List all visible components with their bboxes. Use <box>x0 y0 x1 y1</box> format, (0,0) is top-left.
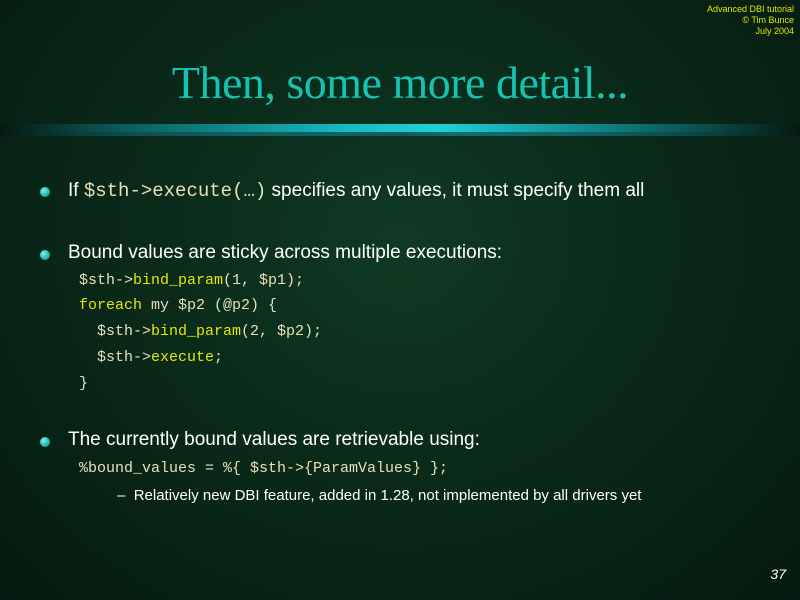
slide-title: Then, some more detail... <box>171 57 629 108</box>
bullet-3-text: The currently bound values are retrievab… <box>68 429 480 450</box>
code-line-5: } <box>79 375 89 392</box>
code-3a: $sth-> <box>79 323 152 340</box>
code-1c: (1, $p1); <box>223 272 305 289</box>
bullet-1-code: $sth->execute(…) <box>83 180 267 202</box>
code-3c: (2, $p2); <box>241 323 323 340</box>
bullet-2-text: Bound values are sticky across multiple … <box>68 242 503 263</box>
credit-line-2: © Tim Bunce <box>742 15 794 25</box>
code-4a: $sth-> <box>79 349 152 366</box>
header-credit: Advanced DBI tutorial © Tim Bunce July 2… <box>707 4 794 37</box>
credit-line-1: Advanced DBI tutorial <box>706 4 794 14</box>
title-divider <box>0 124 800 136</box>
bullet-2-dot <box>40 250 50 260</box>
code-line-6: %bound_values = %{ $sth->{ParamValues} }… <box>79 460 449 477</box>
code-line-4: $sth->execute; <box>79 349 223 366</box>
bullet-1-pre: If <box>68 180 84 201</box>
sub-bullet: – Relatively new DBI feature, added in 1… <box>117 487 641 504</box>
code-4c: ; <box>214 349 224 366</box>
bullet-3-dot <box>40 437 50 447</box>
code-4b: execute <box>151 349 215 366</box>
code-2a: foreach <box>79 297 143 314</box>
code-line-3: $sth->bind_param(2, $p2); <box>79 323 322 340</box>
credit-line-3: July 2004 <box>755 26 794 36</box>
sub-bullet-text: Relatively new DBI feature, added in 1.2… <box>133 487 642 504</box>
code-3b: bind_param <box>151 323 242 340</box>
code-1b: bind_param <box>133 272 224 289</box>
code-1a: $sth-> <box>79 272 134 289</box>
page-number: 37 <box>770 566 786 582</box>
bullet-1-dot <box>40 187 50 197</box>
bullet-1-post: specifies any values, it must specify th… <box>266 180 645 201</box>
sub-bullet-dash: – <box>117 487 126 504</box>
bullet-1-text: If $sth->execute(…) specifies any values… <box>68 180 644 202</box>
code-line-1: $sth->bind_param(1, $p1); <box>79 272 304 289</box>
code-line-2: foreach my $p2 (@p2) { <box>79 297 277 314</box>
code-2b: my $p2 (@p2) { <box>142 297 278 314</box>
